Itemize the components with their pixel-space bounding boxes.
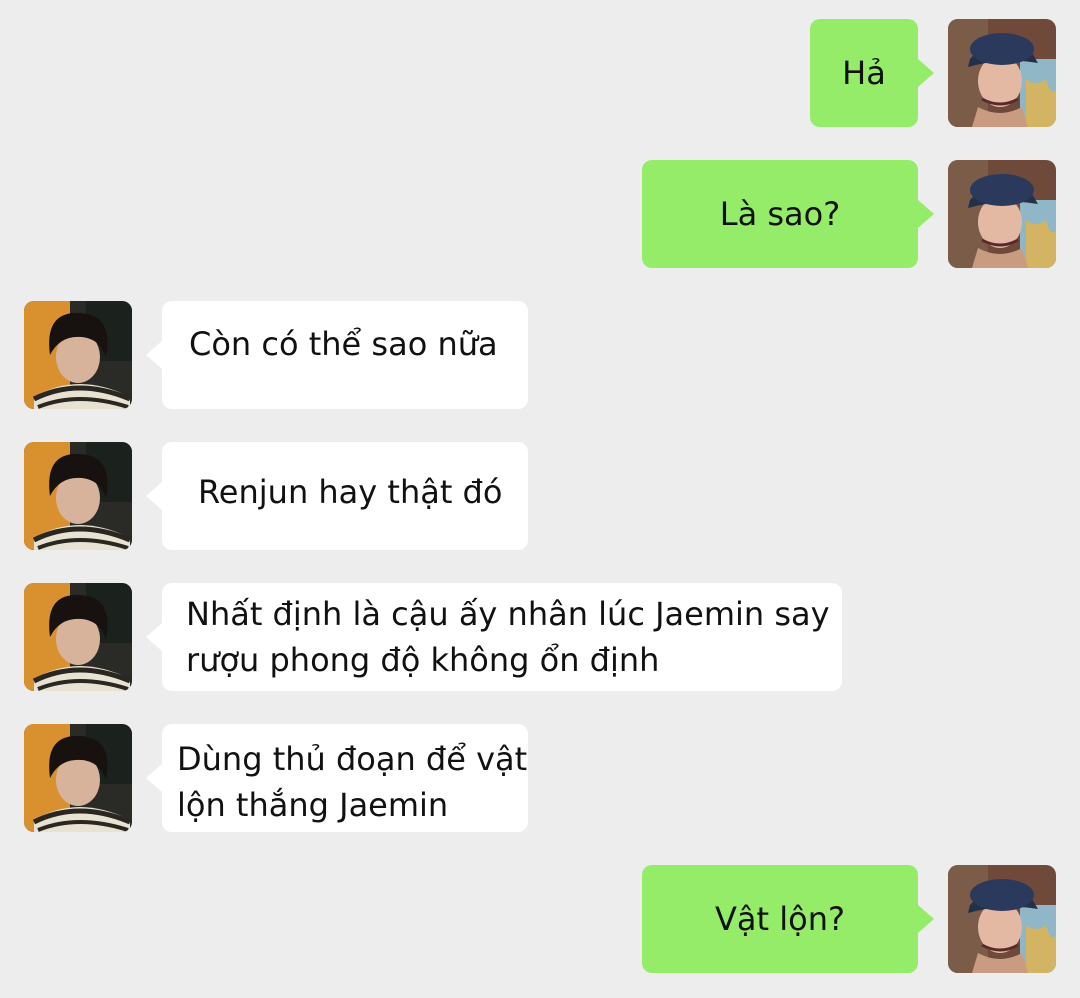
message-text: Là sao? [719,195,841,233]
avatar[interactable] [24,301,132,409]
avatar[interactable] [948,19,1056,127]
message-text: Hả [842,54,886,92]
message-bubble[interactable]: Hả [810,19,934,127]
message-text: Nhất định là cậu ấy nhân lúc Jaemin say … [186,595,830,679]
hat-avatar-icon [948,865,1056,973]
dark-hair-avatar-icon [24,724,132,832]
message-text: Renjun hay thật đó [198,473,503,511]
dark-hair-avatar-icon [24,583,132,691]
bubble-tail [918,59,934,87]
message-bubble[interactable]: Còn có thể sao nữa [146,301,528,409]
message-bubble[interactable]: Là sao? [642,160,934,268]
avatar[interactable] [24,442,132,550]
message-bubble[interactable]: Vật lộn? [642,865,934,973]
message-bubble[interactable]: Dùng thủ đoạn để vật lộn thắng Jaemin [146,724,528,832]
bubble-tail [146,764,162,792]
bubble-tail [146,482,162,510]
message-bubble[interactable]: Renjun hay thật đó [146,442,528,550]
avatar[interactable] [24,724,132,832]
bubble-tail [918,200,934,228]
avatar[interactable] [24,583,132,691]
message-text: Vật lộn? [715,900,845,938]
dark-hair-avatar-icon [24,301,132,409]
dark-hair-avatar-icon [24,442,132,550]
avatar[interactable] [948,865,1056,973]
avatar[interactable] [948,160,1056,268]
hat-avatar-icon [948,160,1056,268]
hat-avatar-icon [948,19,1056,127]
bubble-tail [146,623,162,651]
message-text: Còn có thể sao nữa [189,325,498,363]
message-bubble[interactable]: Nhất định là cậu ấy nhân lúc Jaemin say … [146,583,842,691]
bubble-tail [918,905,934,933]
bubble-tail [146,341,162,369]
message-text: Dùng thủ đoạn để vật lộn thắng Jaemin [177,740,528,824]
